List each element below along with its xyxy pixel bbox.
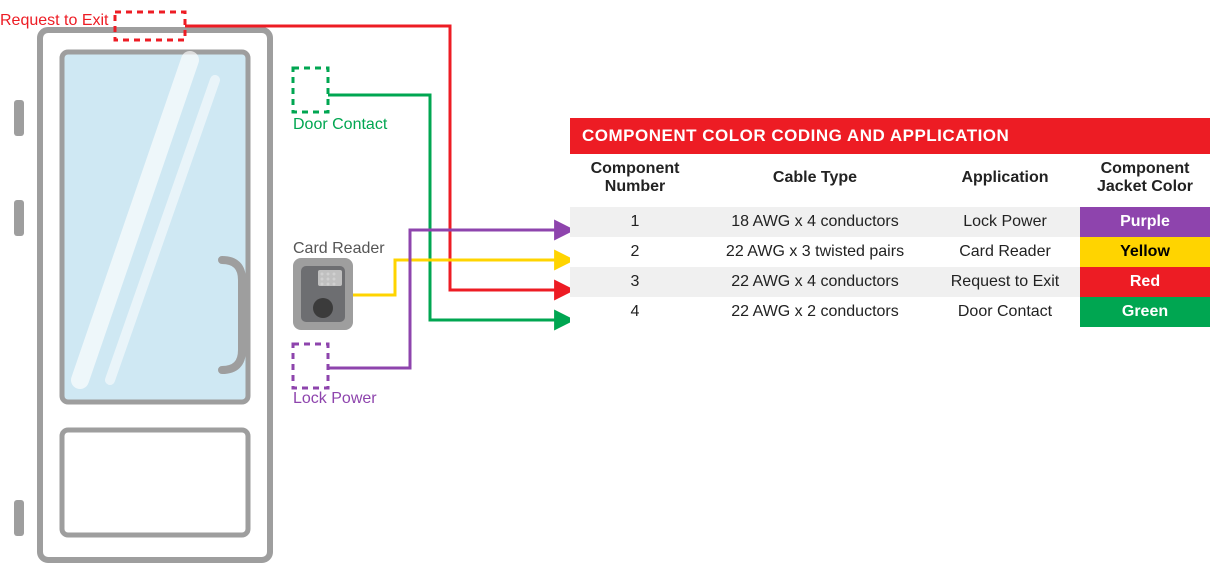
door-icon [14,30,270,560]
cell-jacket: Purple [1080,207,1210,237]
cell-jacket: Red [1080,267,1210,297]
cell-app: Door Contact [930,297,1080,327]
cell-num: 1 [570,207,700,237]
cell-app: Card Reader [930,237,1080,267]
cell-cable: 22 AWG x 3 twisted pairs [700,237,930,267]
table-row: 1 18 AWG x 4 conductors Lock Power Purpl… [570,207,1210,237]
cell-jacket: Yellow [1080,237,1210,267]
th-jacket-color: ComponentJacket Color [1080,154,1210,207]
cell-jacket: Green [1080,297,1210,327]
card-reader-icon [293,258,353,330]
table-title: COMPONENT COLOR CODING AND APPLICATION [570,118,1210,154]
door-contact-icon [293,68,328,112]
lock-power-icon [293,344,328,388]
th-component-number: ComponentNumber [570,154,700,207]
cell-cable: 18 AWG x 4 conductors [700,207,930,237]
table-row: 3 22 AWG x 4 conductors Request to Exit … [570,267,1210,297]
th-cable-type: Cable Type [700,154,930,207]
cell-app: Lock Power [930,207,1080,237]
cell-num: 4 [570,297,700,327]
cell-cable: 22 AWG x 4 conductors [700,267,930,297]
coding-table: ComponentNumber Cable Type Application C… [570,154,1210,327]
table-row: 4 22 AWG x 2 conductors Door Contact Gre… [570,297,1210,327]
table-header-row: ComponentNumber Cable Type Application C… [570,154,1210,207]
table-row: 2 22 AWG x 3 twisted pairs Card Reader Y… [570,237,1210,267]
th-application: Application [930,154,1080,207]
component-table: COMPONENT COLOR CODING AND APPLICATION C… [570,118,1210,327]
cell-num: 3 [570,267,700,297]
cell-cable: 22 AWG x 2 conductors [700,297,930,327]
cell-num: 2 [570,237,700,267]
cell-app: Request to Exit [930,267,1080,297]
table-body: 1 18 AWG x 4 conductors Lock Power Purpl… [570,207,1210,327]
